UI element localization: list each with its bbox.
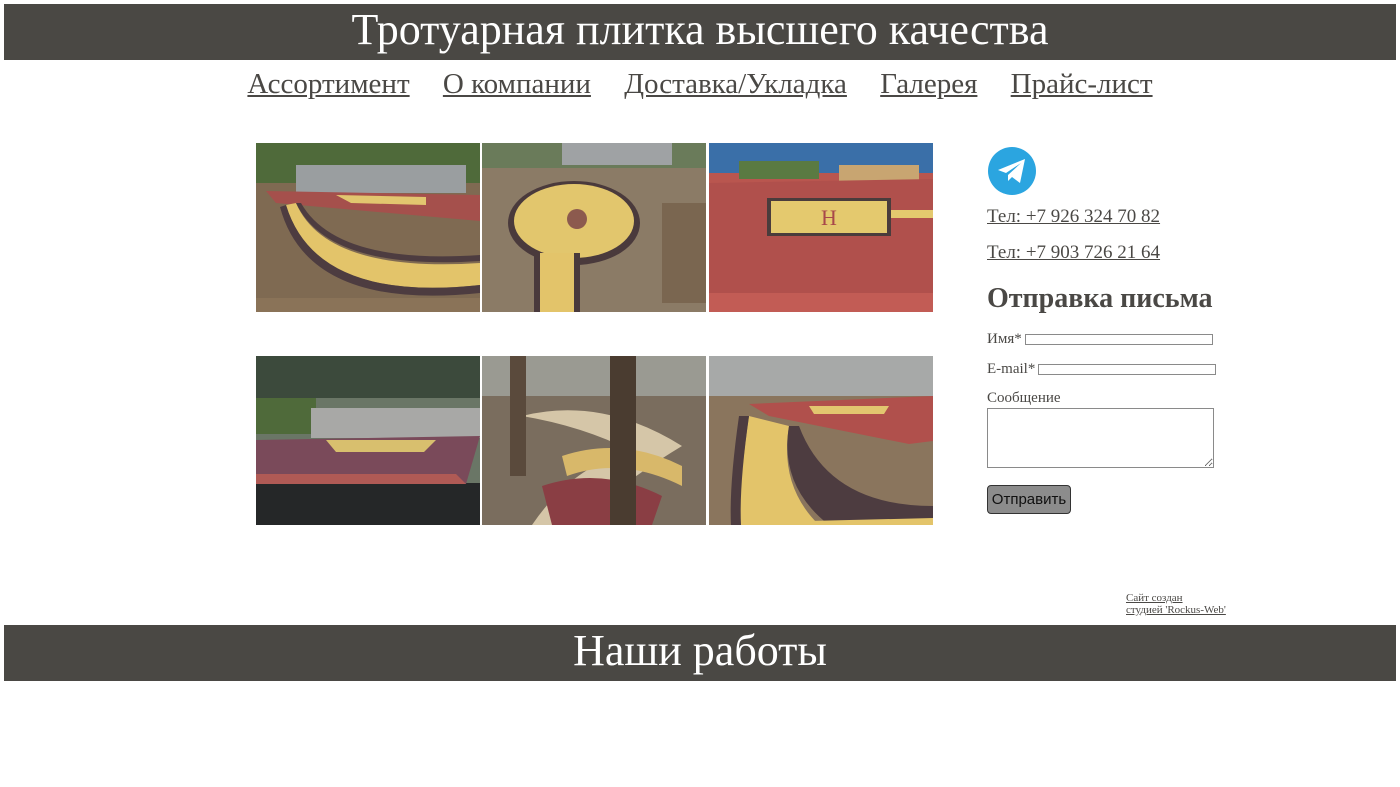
- paving-photo-5: [482, 356, 706, 525]
- message-row: Сообщение: [987, 390, 1247, 468]
- svg-text:Н: Н: [821, 205, 837, 230]
- nav-link-about[interactable]: О компании: [443, 68, 591, 100]
- gallery-photo-3[interactable]: Н: [709, 143, 933, 312]
- message-label: Сообщение: [987, 390, 1061, 406]
- paving-photo-1: [256, 143, 480, 312]
- email-field[interactable]: [1038, 364, 1217, 375]
- gallery-photo-6[interactable]: [709, 356, 933, 525]
- gallery-photo-1[interactable]: [256, 143, 480, 312]
- gallery-photo-4[interactable]: [256, 356, 480, 525]
- nav-link-gallery[interactable]: Галерея: [880, 68, 977, 100]
- studio-credit-link[interactable]: Сайт создан студией 'Rockus-Web': [1126, 592, 1236, 616]
- telegram-icon[interactable]: [987, 146, 1037, 196]
- site-header: Тротуарная плитка высшего качества: [4, 4, 1396, 60]
- credit-line-2: студией 'Rockus-Web': [1126, 604, 1226, 616]
- nav-link-assortment[interactable]: Ассортимент: [247, 68, 409, 100]
- paving-photo-2: [482, 143, 706, 312]
- name-row: Имя*: [987, 331, 1247, 348]
- paving-photo-3: Н: [709, 143, 933, 312]
- phone-link-2[interactable]: Тел: +7 903 726 21 64: [987, 242, 1247, 264]
- gallery-photo-2[interactable]: [482, 143, 706, 312]
- paving-photo-4: [256, 356, 480, 525]
- name-field[interactable]: [1024, 334, 1213, 345]
- section-header: Наши работы: [4, 625, 1396, 681]
- email-row: E-mail*: [987, 361, 1247, 378]
- site-title: Тротуарная плитка высшего качества: [351, 5, 1049, 54]
- photo-gallery: Н: [256, 143, 934, 525]
- paving-photo-6: [709, 356, 933, 525]
- credit-line-1: Сайт создан: [1126, 592, 1183, 604]
- section-title: Наши работы: [573, 626, 827, 675]
- name-label: Имя*: [987, 331, 1022, 347]
- email-label: E-mail*: [987, 361, 1036, 377]
- main-nav: Ассортимент О компании Доставка/Укладка …: [0, 68, 1400, 101]
- gallery-photo-5[interactable]: [482, 356, 706, 525]
- nav-link-prices[interactable]: Прайс-лист: [1011, 68, 1153, 100]
- page: Тротуарная плитка высшего качества Ассор…: [0, 0, 1400, 787]
- phone-link-1[interactable]: Тел: +7 926 324 70 82: [987, 206, 1247, 228]
- form-title: Отправка письма: [987, 283, 1213, 314]
- submit-button[interactable]: Отправить: [987, 485, 1071, 514]
- message-field[interactable]: [987, 408, 1214, 468]
- nav-link-delivery[interactable]: Доставка/Укладка: [624, 68, 847, 100]
- contact-sidebar: Тел: +7 926 324 70 82 Тел: +7 903 726 21…: [987, 146, 1247, 514]
